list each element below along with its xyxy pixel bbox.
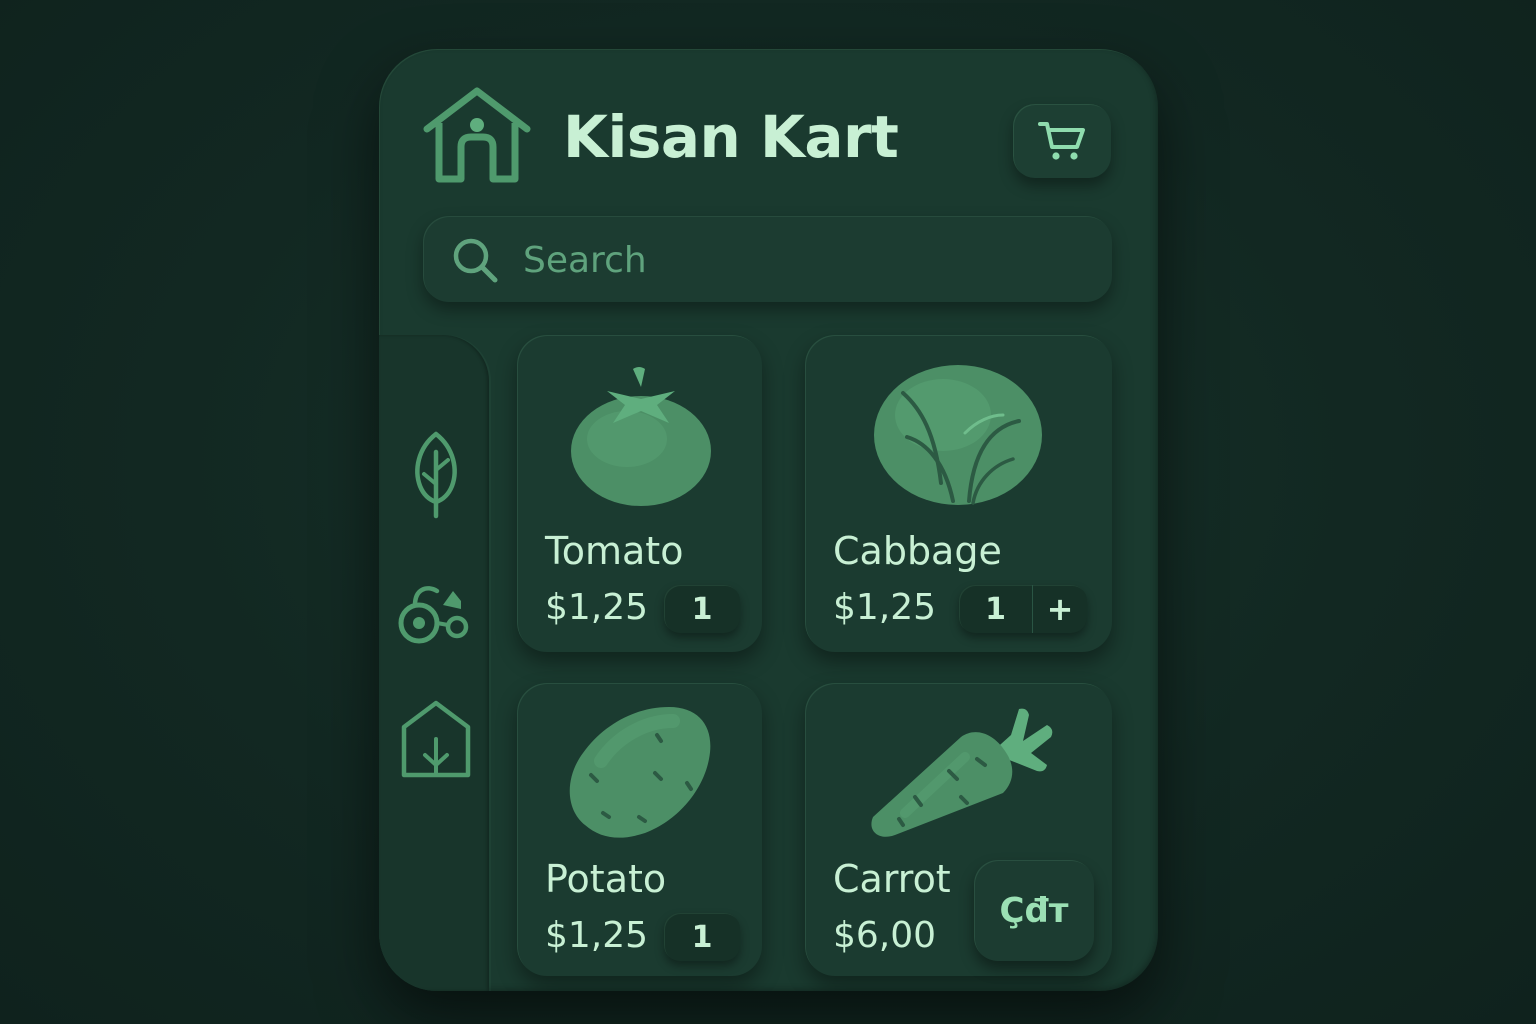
product-name: Carrot [833, 857, 951, 901]
cabbage-icon [874, 365, 1042, 505]
product-price: $1,25 [545, 915, 649, 956]
quantity-stepper[interactable]: 1 [664, 913, 740, 961]
product-price: $1,25 [545, 587, 649, 628]
product-card-cabbage[interactable]: Cabbage $1,25 1 + [805, 335, 1112, 652]
cart-icon [1038, 122, 1085, 160]
greenhouse-icon [401, 700, 471, 778]
search-icon [453, 238, 498, 283]
product-card-tomato[interactable]: Tomato $1,25 1 [517, 335, 762, 652]
tomato-icon [571, 367, 711, 506]
search-bar[interactable] [423, 216, 1112, 302]
leaf-icon [415, 431, 457, 519]
cart-button[interactable] [1013, 104, 1111, 178]
product-name: Tomato [545, 529, 684, 573]
quantity-value: 1 [985, 591, 1006, 627]
sidebar-item-crops[interactable] [395, 427, 477, 523]
sidebar-item-equipment[interactable] [395, 557, 477, 653]
app-window: Kisan Kart Search Tomato $1,25 1 Cabbage… [379, 49, 1158, 991]
house-icon[interactable] [423, 85, 531, 185]
increment-button[interactable]: + [1032, 585, 1087, 633]
add-to-cart-button[interactable]: Çđт [974, 860, 1094, 961]
product-card-potato[interactable]: Potato $1,25 1 [517, 683, 762, 976]
category-sidebar [379, 335, 489, 991]
quantity-stepper[interactable]: 1 [664, 585, 740, 633]
product-name: Potato [545, 857, 667, 901]
product-card-carrot[interactable]: Carrot $6,00 Çđт [805, 683, 1112, 976]
search-input[interactable] [521, 232, 1085, 288]
tractor-icon [398, 586, 469, 644]
app-title: Kisan Kart [563, 103, 899, 171]
product-name: Cabbage [833, 529, 1002, 573]
sidebar-item-greenhouse[interactable] [395, 691, 477, 787]
potato-icon [569, 707, 711, 838]
quantity-stepper[interactable]: 1 + [959, 585, 1087, 633]
carrot-icon [871, 708, 1053, 837]
product-price: $6,00 [833, 915, 937, 956]
product-price: $1,25 [833, 587, 937, 628]
quantity-value: 1 [691, 919, 713, 955]
quantity-value: 1 [691, 591, 713, 627]
